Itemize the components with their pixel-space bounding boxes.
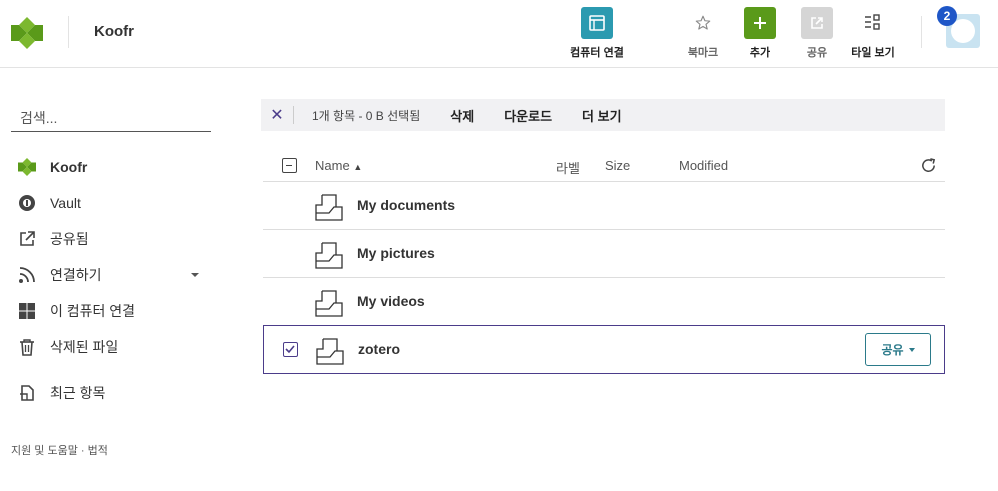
sidebar-item-vault[interactable]: Vault [17,191,81,215]
select-all-checkbox[interactable] [282,158,297,173]
header-divider [68,16,69,48]
sidebar-item-label: 공유됨 [50,231,89,247]
check-icon [285,345,295,354]
connect-computer-button[interactable]: 컴퓨터 연결 [564,7,630,60]
column-name[interactable]: Name ▲ [315,158,362,173]
tile-view-label: 타일 보기 [851,47,895,59]
download-button[interactable]: 다운로드 [504,106,552,125]
header-divider [921,16,922,48]
sidebar-item-label: Vault [50,195,81,211]
row-share-label: 공유 [881,343,904,357]
sidebar-item-connect[interactable]: 연결하기 [17,263,102,287]
vault-icon [17,193,37,213]
recent-icon [17,383,37,403]
chevron-down-icon[interactable] [191,273,199,277]
column-modified[interactable]: Modified [679,158,728,173]
selection-bar: ✕ 1개 항목 - 0 B 선택됨 삭제 다운로드 더 보기 [261,99,945,131]
share-icon [801,7,833,39]
row-share-button[interactable]: 공유 [865,333,931,366]
column-size[interactable]: Size [605,158,630,173]
computer-window-icon [581,7,613,39]
folder-icon [315,194,343,221]
sidebar-item-label: 이 컴퓨터 연결 [50,303,136,319]
app-title: Koofr [94,23,134,40]
delete-button[interactable]: 삭제 [450,106,474,125]
search-input[interactable] [11,104,211,132]
more-button[interactable]: 더 보기 [582,106,622,125]
caret-down-icon [908,347,915,352]
table-header: Name ▲ 라벨 Size Modified [263,150,945,182]
table-row[interactable]: My pictures [263,230,945,278]
sidebar-item-label: Koofr [50,159,88,175]
close-icon[interactable]: ✕ [261,105,293,125]
sidebar-item-recent[interactable]: 최근 항목 [17,381,105,405]
plus-icon [744,7,776,39]
file-name[interactable]: My videos [357,293,425,309]
tile-view-button[interactable]: 타일 보기 [848,7,898,60]
column-label[interactable]: 라벨 [556,158,580,177]
table-row[interactable]: My documents [263,182,945,230]
folder-icon [315,242,343,269]
top-header: Koofr 컴퓨터 연결 북마크 추가 공유 타일 보기 2 [0,0,998,68]
folder-icon [316,338,344,365]
koofr-logo[interactable] [11,17,43,49]
windows-icon [17,301,37,321]
sort-asc-icon: ▲ [353,162,363,172]
file-name[interactable]: zotero [358,341,400,357]
sidebar-item-shared[interactable]: 공유됨 [17,227,89,251]
file-name[interactable]: My documents [357,197,455,213]
selection-count: 1개 항목 - 0 B 선택됨 [312,108,421,123]
trash-icon [17,337,37,357]
koofr-logo-icon [17,157,37,177]
add-label: 추가 [749,47,771,59]
connect-computer-label: 컴퓨터 연결 [570,47,624,59]
bookmark-button[interactable]: 북마크 [685,7,721,60]
tile-view-icon [857,7,889,39]
star-icon [687,7,719,39]
table-row[interactable]: My videos [263,278,945,326]
sidebar-item-connect-this-computer[interactable]: 이 컴퓨터 연결 [17,299,135,323]
share-toolbar-label: 공유 [806,47,828,59]
sidebar-item-trash[interactable]: 삭제된 파일 [17,335,118,359]
bookmark-label: 북마크 [687,47,719,59]
divider [293,106,294,124]
refresh-icon[interactable] [920,157,937,174]
file-name[interactable]: My pictures [357,245,435,261]
sidebar-item-label: 최근 항목 [50,385,106,401]
support-legal-link[interactable]: 지원 및 도움말 · 법적 [11,442,108,458]
share-toolbar-button[interactable]: 공유 [800,7,834,60]
folder-icon [315,290,343,317]
sidebar-item-koofr[interactable]: Koofr [17,155,87,179]
add-button[interactable]: 추가 [743,7,777,60]
external-link-icon [17,229,37,249]
table-row-selected[interactable]: zotero 공유 [263,325,945,374]
sidebar-item-label: 연결하기 [50,267,102,283]
rss-icon [17,265,37,285]
sidebar-item-label: 삭제된 파일 [50,339,119,355]
notification-badge[interactable]: 2 [937,6,957,26]
row-checkbox[interactable] [283,342,298,357]
user-avatar-button[interactable]: 2 [937,6,980,48]
